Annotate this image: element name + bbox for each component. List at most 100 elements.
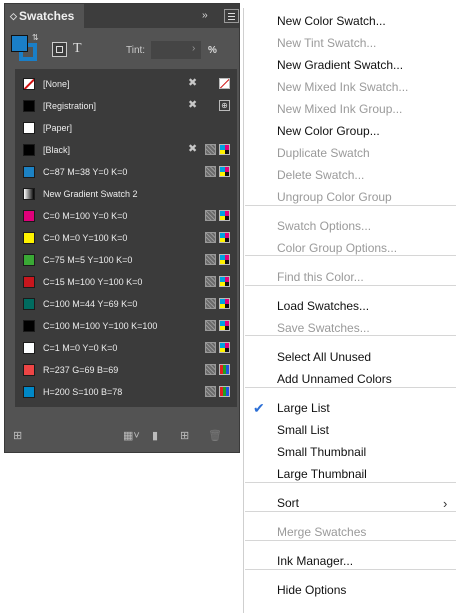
swatch-row[interactable]: C=1 M=0 Y=0 K=0 (15, 337, 237, 359)
cmyk-mode-icon (219, 166, 230, 177)
submenu-arrow-icon: › (443, 496, 448, 511)
swatch-row[interactable]: C=87 M=38 Y=0 K=0 (15, 161, 237, 183)
panel-menu-icon[interactable] (224, 9, 239, 23)
delete-swatch-icon[interactable]: 🗑 (208, 430, 222, 443)
menu-separator (245, 205, 456, 206)
menu-item[interactable]: Ink Manager... (277, 554, 353, 569)
swatch-row[interactable]: C=15 M=100 Y=100 K=0 (15, 271, 237, 293)
no-edit-icon: ✖ (188, 99, 198, 111)
collapse-panel-button[interactable]: ›› (202, 4, 208, 28)
swatch-row[interactable]: C=0 M=0 Y=100 K=0 (15, 227, 237, 249)
menu-item[interactable]: Small List (277, 423, 329, 438)
menu-item[interactable]: Delete Swatch... (277, 168, 364, 183)
tint-dropdown-arrow-icon[interactable]: › (192, 43, 195, 54)
swatch-label: H=200 S=100 B=78 (43, 387, 123, 397)
swatch-chip (23, 78, 35, 90)
none-swatch-icon (219, 78, 230, 89)
menu-separator (245, 569, 456, 570)
no-edit-icon: ✖ (188, 77, 198, 89)
rgb-mode-icon (219, 364, 230, 375)
swatch-row[interactable]: C=100 M=100 Y=100 K=100 (15, 315, 237, 337)
tab-collapse-icon[interactable]: ◇ (10, 4, 17, 28)
menu-item[interactable]: New Color Swatch... (277, 14, 386, 29)
menu-item[interactable]: Duplicate Swatch (277, 146, 370, 161)
process-color-icon (205, 254, 216, 265)
swatch-chip (23, 100, 35, 112)
swatch-label: New Gradient Swatch 2 (43, 189, 138, 199)
process-color-icon (205, 232, 216, 243)
cmyk-mode-icon (219, 298, 230, 309)
swatch-chip (23, 210, 35, 222)
menu-separator (245, 255, 456, 256)
swap-fill-stroke-icon[interactable]: ⇅ (32, 33, 39, 42)
swatch-chip (23, 122, 35, 134)
menu-separator (245, 540, 456, 541)
menu-item[interactable]: Load Swatches... (277, 299, 369, 314)
panel-bottom-toolbar: ⊞ ▦˅ ▮ ⊞ 🗑 (5, 422, 239, 452)
menu-item[interactable]: Sort (277, 496, 299, 511)
menu-item[interactable]: Select All Unused (277, 350, 371, 365)
fill-stroke-control[interactable]: ⇅ (11, 33, 45, 67)
menu-item[interactable]: Hide Options (277, 583, 346, 598)
menu-item[interactable]: Add Unnamed Colors (277, 372, 392, 387)
swatches-panel: ◇ Swatches ›› ⇅ T Tint: › % [None] ✖ [Regi… (4, 3, 240, 453)
registration-icon: ⊕ (219, 100, 230, 111)
swatch-row[interactable]: C=100 M=44 Y=69 K=0 (15, 293, 237, 315)
swatch-chip (23, 232, 35, 244)
process-color-icon (205, 298, 216, 309)
swatch-chip (23, 276, 35, 288)
menu-item[interactable]: Color Group Options... (277, 241, 397, 256)
swatch-row[interactable]: [Registration] ✖ ⊕ (15, 95, 237, 117)
swatch-row[interactable]: R=237 G=69 B=69 (15, 359, 237, 381)
process-color-icon (205, 210, 216, 221)
menu-item[interactable]: Save Swatches... (277, 321, 370, 336)
swatch-label: C=75 M=5 Y=100 K=0 (43, 255, 133, 265)
place-swatch-icon[interactable]: ⊞ (13, 430, 22, 443)
swatch-row[interactable]: [Paper] (15, 117, 237, 139)
swatch-row[interactable]: C=0 M=100 Y=0 K=0 (15, 205, 237, 227)
menu-separator (245, 285, 456, 286)
panel-flyout-menu: ✔ New Color Swatch... New Tint Swatch... N… (243, 8, 456, 613)
menu-item[interactable]: Find this Color... (277, 270, 364, 285)
menu-item[interactable]: Merge Swatches (277, 525, 366, 540)
formatting-affects-text-button[interactable]: T (73, 41, 82, 57)
swatch-label: [None] (43, 79, 70, 89)
show-swatch-kinds-icon[interactable]: ▦˅ (123, 430, 140, 443)
swatch-label: [Paper] (43, 123, 73, 133)
no-edit-icon: ✖ (188, 143, 198, 155)
swatch-chip (23, 386, 35, 398)
new-swatch-icon[interactable]: ⊞ (180, 430, 189, 443)
fill-swatch[interactable] (11, 35, 28, 52)
menu-item[interactable]: New Mixed Ink Group... (277, 102, 402, 117)
swatch-row[interactable]: H=200 S=100 B=78 (15, 381, 237, 403)
swatch-label: [Black] (43, 145, 71, 155)
swatch-row[interactable]: [None] ✖ (15, 73, 237, 95)
swatch-row[interactable]: [Black] ✖ (15, 139, 237, 161)
cmyk-mode-icon (219, 232, 230, 243)
menu-item[interactable]: New Gradient Swatch... (277, 58, 403, 73)
new-color-group-icon[interactable]: ▮ (152, 430, 158, 443)
menu-item[interactable]: New Color Group... (277, 124, 380, 139)
cmyk-mode-icon (219, 254, 230, 265)
menu-item[interactable]: New Tint Swatch... (277, 36, 376, 51)
panel-tab-bar: ◇ Swatches ›› (5, 4, 239, 28)
swatches-tab[interactable]: ◇ Swatches (5, 4, 84, 28)
cmyk-mode-icon (219, 276, 230, 287)
menu-item[interactable]: Large Thumbnail (277, 467, 367, 482)
swatch-label: R=237 G=69 B=69 (43, 365, 119, 375)
menu-item[interactable]: Large List (277, 401, 330, 416)
swatch-row[interactable]: New Gradient Swatch 2 (15, 183, 237, 205)
cmyk-mode-icon (219, 320, 230, 331)
cmyk-mode-icon (219, 342, 230, 353)
process-color-icon (205, 276, 216, 287)
swatch-label: C=0 M=0 Y=100 K=0 (43, 233, 128, 243)
process-color-icon (205, 342, 216, 353)
menu-separator (245, 387, 456, 388)
menu-item[interactable]: Ungroup Color Group (277, 190, 392, 205)
formatting-affects-container-button[interactable] (52, 42, 67, 57)
menu-item[interactable]: Small Thumbnail (277, 445, 366, 460)
menu-item[interactable]: Swatch Options... (277, 219, 371, 234)
menu-item[interactable]: New Mixed Ink Swatch... (277, 80, 408, 95)
swatch-row[interactable]: C=75 M=5 Y=100 K=0 (15, 249, 237, 271)
swatch-chip (23, 144, 35, 156)
